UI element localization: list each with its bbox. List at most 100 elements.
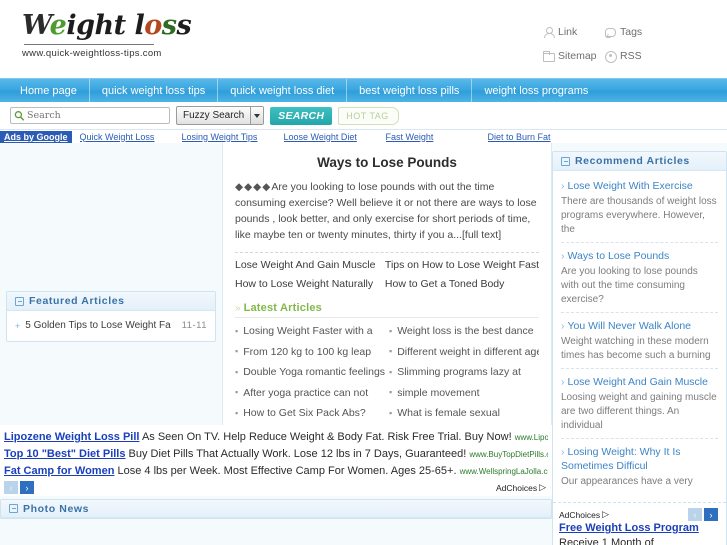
chevron-right-icon: › <box>561 320 565 332</box>
latest-item-label: From 120 kg to 100 kg leap <box>243 345 372 358</box>
latest-item-label: Losing Weight Faster with a <box>243 325 373 338</box>
recommend-item-desc: Our appearances have a very <box>561 476 693 487</box>
search-bar: Fuzzy Search SEARCH HOT TAG <box>0 102 727 130</box>
prev-ad-button[interactable]: ‹ <box>688 508 702 521</box>
list-icon <box>15 296 24 306</box>
rss-icon <box>605 50 617 63</box>
featured-item-label: 5 Golden Tips to Lose Weight Fa <box>25 320 171 331</box>
list-item[interactable]: ▪ From 120 kg to 100 kg leap <box>235 342 385 363</box>
main-navigation: Home page quick weight loss tips quick w… <box>0 78 727 103</box>
latest-item-label: After yoga practice can not <box>243 386 369 399</box>
logo-divider <box>24 44 154 45</box>
ad-row: Top 10 "Best" Diet Pills Buy Diet Pills … <box>4 446 548 463</box>
latest-item-label: Slimming programs lazy at <box>397 366 521 379</box>
latest-item-label: Double Yoga romantic feelings <box>243 366 385 379</box>
recommend-item-desc: Loosing weight and gaining muscle are tw… <box>561 392 717 431</box>
bottom-ad-title[interactable]: Top 10 "Best" Diet Pills <box>4 448 125 460</box>
latest-item-label: simple movement <box>397 386 480 399</box>
ad-keyword-link[interactable]: Loose Weight Diet <box>284 132 386 142</box>
header-link-label: RSS <box>620 50 642 62</box>
recommend-articles-list: › Lose Weight With Exercise There are tho… <box>553 171 726 498</box>
sitemap-icon <box>543 50 555 62</box>
ad-keyword-link[interactable]: Quick Weight Loss <box>80 132 182 142</box>
header-link-tags[interactable]: Tags <box>605 26 667 38</box>
photo-icon <box>9 504 18 513</box>
adchoices-label[interactable]: AdChoices ▷ <box>559 509 609 520</box>
bullet-icon: ▪ <box>235 325 239 336</box>
header-utility-links: Link Tags Sitemap RSS <box>543 26 683 63</box>
logo-wordmark: Weight loss <box>22 10 192 41</box>
list-item[interactable]: ▪ After yoga practice can not <box>235 383 385 404</box>
prev-ad-button[interactable]: ‹ <box>4 481 18 494</box>
adchoices-icon: ▷ <box>539 482 546 492</box>
ad-keyword-link[interactable]: Fast Weight <box>386 132 488 142</box>
bottom-ad-title[interactable]: Lipozene Weight Loss Pill <box>4 431 139 443</box>
sidebar-ad-block: AdChoices ▷ ‹ › Free Weight Loss Program … <box>553 502 726 545</box>
header-link-link[interactable]: Link <box>543 26 605 38</box>
adchoices-icon: ▷ <box>602 509 610 519</box>
ads-by-google-badge[interactable]: Ads by Google <box>0 130 72 143</box>
nav-item-quick-weight-loss-tips[interactable]: quick weight loss tips <box>90 78 219 103</box>
bullet-icon: ▪ <box>389 325 393 336</box>
next-ad-button[interactable]: › <box>20 481 34 494</box>
list-item[interactable]: ▪ What is female sexual <box>389 403 539 424</box>
site-header: Weight loss www.quick-weightloss-tips.co… <box>0 0 727 78</box>
related-article-link[interactable]: Lose Weight And Gain Muscle <box>235 259 379 271</box>
list-item[interactable]: ▪ simple movement <box>389 383 539 404</box>
right-sidebar: Recommend Articles › Lose Weight With Exe… <box>552 143 727 545</box>
nav-item-best-weight-loss-pills[interactable]: best weight loss pills <box>347 78 473 103</box>
bottom-ad-url: www.WellspringLaJolla.com <box>459 467 548 476</box>
related-article-link[interactable]: Tips on How to Lose Weight Fast <box>385 259 539 271</box>
related-article-link[interactable]: How to Get a Toned Body <box>385 278 539 290</box>
hot-tag-button[interactable]: HOT TAG <box>338 106 399 125</box>
nav-item-quick-weight-loss-diet[interactable]: quick weight loss diet <box>218 78 348 103</box>
list-item[interactable]: ▪ Different weight in different age <box>389 342 539 363</box>
bullet-icon: ▪ <box>389 366 393 377</box>
list-item[interactable]: ▪ Double Yoga romantic feelings <box>235 362 385 383</box>
list-item[interactable]: ▪ Slimming programs lazy at <box>389 362 539 383</box>
chevron-down-icon[interactable] <box>250 107 264 124</box>
recommend-item-title[interactable]: › You Will Never Walk Alone <box>561 319 718 333</box>
featured-item-date: 11-11 <box>181 320 207 331</box>
list-item[interactable]: ▪ How to Get Six Pack Abs? <box>235 403 385 424</box>
chevron-right-icon: › <box>561 376 565 388</box>
recommend-item-desc: Are you looking to lose pounds with out … <box>561 266 698 305</box>
bottom-ad-title[interactable]: Fat Camp for Women <box>4 465 114 477</box>
search-button[interactable]: SEARCH <box>270 106 333 125</box>
google-ads-strip: Ads by Google Quick Weight Loss Losing W… <box>0 130 727 143</box>
list-item[interactable]: ▪ Losing Weight Faster with a <box>235 321 385 342</box>
bullet-icon: ▪ <box>389 387 393 398</box>
ad-keyword-link[interactable]: Losing Weight Tips <box>182 132 284 142</box>
search-icon <box>14 111 25 121</box>
recommend-item-title[interactable]: › Losing Weight: Why It Is Sometimes Diff… <box>561 445 718 473</box>
next-ad-button[interactable]: › <box>704 508 718 521</box>
nav-item-weight-loss-programs[interactable]: weight loss programs <box>472 79 600 103</box>
chevron-right-icon: » <box>235 302 241 314</box>
adchoices-label[interactable]: AdChoices ▷ <box>496 482 546 493</box>
article-body-text: Are you looking to lose pounds with out … <box>235 181 537 241</box>
main-column: Ways to Lose Pounds ◆◆◆◆Are you looking … <box>222 143 552 466</box>
site-logo[interactable]: Weight loss www.quick-weightloss-tips.co… <box>22 10 192 59</box>
recommend-item-title[interactable]: › Lose Weight With Exercise <box>561 179 718 193</box>
search-mode-select[interactable]: Fuzzy Search <box>176 106 265 125</box>
ad-keyword-link[interactable]: Diet to Burn Fat <box>488 132 590 142</box>
related-article-link[interactable]: How to Lose Weight Naturally <box>235 278 379 290</box>
featured-articles-header: Featured Articles <box>7 292 215 311</box>
search-field[interactable] <box>10 107 170 124</box>
header-link-rss[interactable]: RSS <box>605 50 667 63</box>
list-item[interactable]: ▪ Weight loss is the best dance <box>389 321 539 342</box>
header-link-sitemap[interactable]: Sitemap <box>543 50 605 62</box>
bullet-icon: ▪ <box>235 407 239 418</box>
latest-item-label: Weight loss is the best dance <box>397 325 534 338</box>
sidebar-ad-controls: AdChoices ▷ ‹ › <box>559 508 718 521</box>
ad-row: Fat Camp for Women Lose 4 lbs per Week. … <box>4 463 548 480</box>
recommend-item-title[interactable]: › Ways to Lose Pounds <box>561 249 718 263</box>
list-item[interactable]: + 5 Golden Tips to Lose Weight Fa 11-11 <box>15 318 207 333</box>
nav-item-home-page[interactable]: Home page <box>8 78 90 103</box>
bottom-ad-desc: As Seen On TV. Help Reduce Weight & Body… <box>141 431 512 443</box>
recommend-articles-box: Recommend Articles › Lose Weight With Exe… <box>552 151 727 545</box>
article-title[interactable]: Ways to Lose Pounds <box>235 155 539 170</box>
search-input[interactable] <box>27 110 162 121</box>
recommend-item-title[interactable]: › Lose Weight And Gain Muscle <box>561 375 718 389</box>
sidebar-ad-headline[interactable]: Free Weight Loss Program <box>559 521 718 536</box>
